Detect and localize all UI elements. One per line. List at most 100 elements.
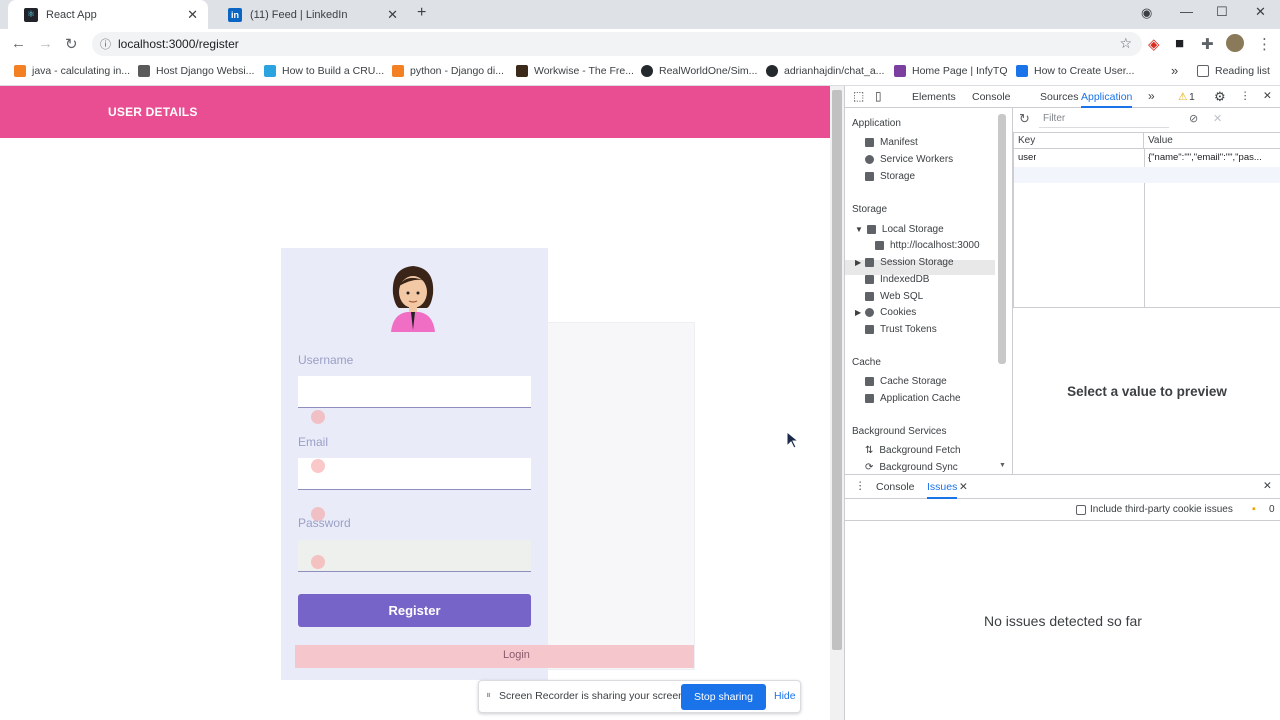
- device-toggle-icon[interactable]: ▯: [875, 89, 882, 103]
- reading-list-button[interactable]: Reading list: [1197, 65, 1270, 77]
- database-icon: [865, 292, 874, 301]
- drag-handle-icon[interactable]: ⏸: [486, 690, 491, 701]
- tab-linkedin[interactable]: in (11) Feed | LinkedIn ✕: [212, 0, 408, 29]
- github-icon: [766, 65, 778, 77]
- settings-gear-icon[interactable]: ⚙: [1214, 89, 1226, 105]
- delete-selected-icon[interactable]: ✕: [1213, 112, 1222, 125]
- row-value[interactable]: {"name":"","email":"","pas...: [1148, 152, 1278, 163]
- tab-sources[interactable]: Sources: [1040, 91, 1079, 103]
- screen-recorder-icon[interactable]: ◈: [1148, 35, 1160, 53]
- new-tab-button[interactable]: +: [417, 4, 426, 22]
- grid-icon: [875, 241, 884, 250]
- tab-console[interactable]: Console: [972, 91, 1011, 103]
- tab-search-icon[interactable]: ◉: [1141, 5, 1152, 21]
- sidebar-item-background-fetch[interactable]: ⇅ Background Fetch: [865, 445, 961, 456]
- tab-elements[interactable]: Elements: [912, 91, 956, 103]
- extensions-puzzle-icon[interactable]: ✚: [1201, 35, 1214, 53]
- fetch-arrows-icon: ⇅: [865, 445, 874, 456]
- bookmark-item[interactable]: java - calculating in...: [14, 65, 130, 77]
- database-icon: [865, 275, 874, 284]
- site-icon: [894, 65, 906, 77]
- ghost-icon: [311, 410, 325, 424]
- bookmark-item[interactable]: How to Build a CRU...: [264, 65, 384, 77]
- cursor-icon: [786, 431, 800, 449]
- address-bar[interactable]: ⓘ localhost:3000/register ☆: [92, 32, 1142, 56]
- warning-icon[interactable]: ⚠: [1178, 91, 1187, 103]
- bookmarks-overflow-icon[interactable]: »: [1171, 63, 1178, 78]
- bookmark-item[interactable]: Host Django Websi...: [138, 65, 254, 77]
- sidebar-item-websql[interactable]: Web SQL: [865, 291, 923, 302]
- stop-sharing-button[interactable]: Stop sharing: [681, 684, 766, 710]
- url-text: localhost:3000/register: [118, 37, 239, 51]
- key-column-header[interactable]: Key: [1014, 133, 1144, 149]
- sidebar-item-cookies[interactable]: ▶ Cookies: [855, 307, 916, 318]
- bookmark-item[interactable]: Workwise - The Fre...: [516, 65, 634, 77]
- close-window-icon[interactable]: ✕: [1255, 4, 1266, 20]
- include-third-party-checkbox[interactable]: [1076, 505, 1086, 515]
- sidebar-item-service-workers[interactable]: Service Workers: [865, 154, 953, 165]
- drawer-menu-icon[interactable]: ⋮: [855, 480, 866, 492]
- screen-share-bar: ⏸ Screen Recorder is sharing your screen…: [478, 680, 801, 713]
- avatar[interactable]: [1226, 34, 1244, 52]
- sidebar-item-session-storage[interactable]: ▶ Session Storage: [855, 257, 954, 268]
- devtools-menu-icon[interactable]: ⋮: [1240, 90, 1251, 102]
- bookmark-item[interactable]: adrianhajdin/chat_a...: [766, 65, 884, 77]
- sidebar-item-indexeddb[interactable]: IndexedDB: [865, 274, 929, 285]
- menu-icon[interactable]: ⋮: [1257, 35, 1272, 53]
- tab-application[interactable]: Application: [1081, 91, 1133, 108]
- close-devtools-icon[interactable]: ✕: [1263, 90, 1272, 102]
- close-issues-tab-icon[interactable]: ✕: [959, 481, 968, 493]
- sidebar-item-cache-storage[interactable]: Cache Storage: [865, 376, 947, 387]
- info-icon[interactable]: ⓘ: [100, 36, 111, 52]
- minimize-icon[interactable]: —: [1180, 4, 1193, 19]
- sidebar-item-storage[interactable]: Storage: [865, 171, 915, 182]
- sidebar-item-local-storage[interactable]: ▼ Local Storage: [855, 224, 944, 235]
- inspect-icon[interactable]: ⬚: [853, 89, 864, 103]
- bookmark-star-icon[interactable]: ☆: [1119, 35, 1132, 52]
- sidebar-scrollbar[interactable]: [998, 114, 1006, 364]
- checkbox-label: Include third-party cookie issues: [1090, 504, 1233, 515]
- maximize-icon[interactable]: ☐: [1216, 4, 1228, 20]
- sidebar-item-background-sync[interactable]: ⟳ Background Sync: [865, 462, 958, 473]
- bookmark-item[interactable]: How to Create User...: [1016, 65, 1134, 77]
- sidebar-item-manifest[interactable]: Manifest: [865, 137, 918, 148]
- value-column-header[interactable]: Value: [1144, 133, 1280, 149]
- page-scrollbar-thumb[interactable]: [832, 90, 842, 650]
- extension-icon[interactable]: ■: [1175, 35, 1184, 52]
- email-input[interactable]: [298, 458, 531, 490]
- password-input[interactable]: [298, 540, 531, 572]
- close-drawer-icon[interactable]: ✕: [1263, 480, 1272, 492]
- drawer-tab-issues[interactable]: Issues: [927, 481, 958, 499]
- user-avatar-illustration: [387, 264, 439, 332]
- clear-all-icon[interactable]: ⊘: [1189, 112, 1198, 125]
- scroll-down-icon[interactable]: ▼: [999, 462, 1006, 469]
- more-tabs-icon[interactable]: »: [1148, 89, 1155, 103]
- reading-list-icon: [1197, 65, 1209, 77]
- file-icon: [865, 138, 874, 147]
- devtools-tabbar: ⬚ ▯ Elements Console Sources Application…: [845, 86, 1280, 108]
- sidebar-item-application-cache[interactable]: Application Cache: [865, 393, 961, 404]
- register-button[interactable]: Register: [298, 594, 531, 627]
- row-key[interactable]: user: [1018, 152, 1036, 163]
- reload-icon[interactable]: ↻: [65, 35, 78, 53]
- username-input[interactable]: [298, 376, 531, 408]
- refresh-icon[interactable]: ↻: [1019, 111, 1030, 127]
- expand-arrow-icon: ▼: [855, 225, 863, 234]
- drawer-tab-console[interactable]: Console: [876, 481, 915, 493]
- close-tab-icon[interactable]: ✕: [187, 7, 198, 23]
- preview-message: Select a value to preview: [1067, 384, 1227, 399]
- bookmark-item[interactable]: RealWorldOne/Sim...: [641, 65, 757, 77]
- close-tab-icon[interactable]: ✕: [387, 7, 398, 23]
- bookmark-item[interactable]: python - Django di...: [392, 65, 504, 77]
- back-icon[interactable]: ←: [11, 35, 26, 52]
- browser-toolbar: ← → ↻ ⓘ localhost:3000/register ☆ ◈ ■ ✚ …: [0, 29, 1280, 59]
- filter-input[interactable]: Filter: [1039, 113, 1169, 128]
- bookmark-item[interactable]: Home Page | InfyTQ: [894, 65, 1008, 77]
- hide-button[interactable]: Hide: [774, 690, 796, 702]
- sidebar-item-trust-tokens[interactable]: Trust Tokens: [865, 324, 937, 335]
- sidebar-item-localhost[interactable]: http://localhost:3000: [875, 240, 980, 251]
- tab-react-app[interactable]: ⚛ React App ✕: [8, 0, 208, 29]
- forward-icon[interactable]: →: [38, 35, 53, 52]
- expand-arrow-icon: ▶: [855, 258, 862, 267]
- login-link[interactable]: Login: [503, 649, 530, 661]
